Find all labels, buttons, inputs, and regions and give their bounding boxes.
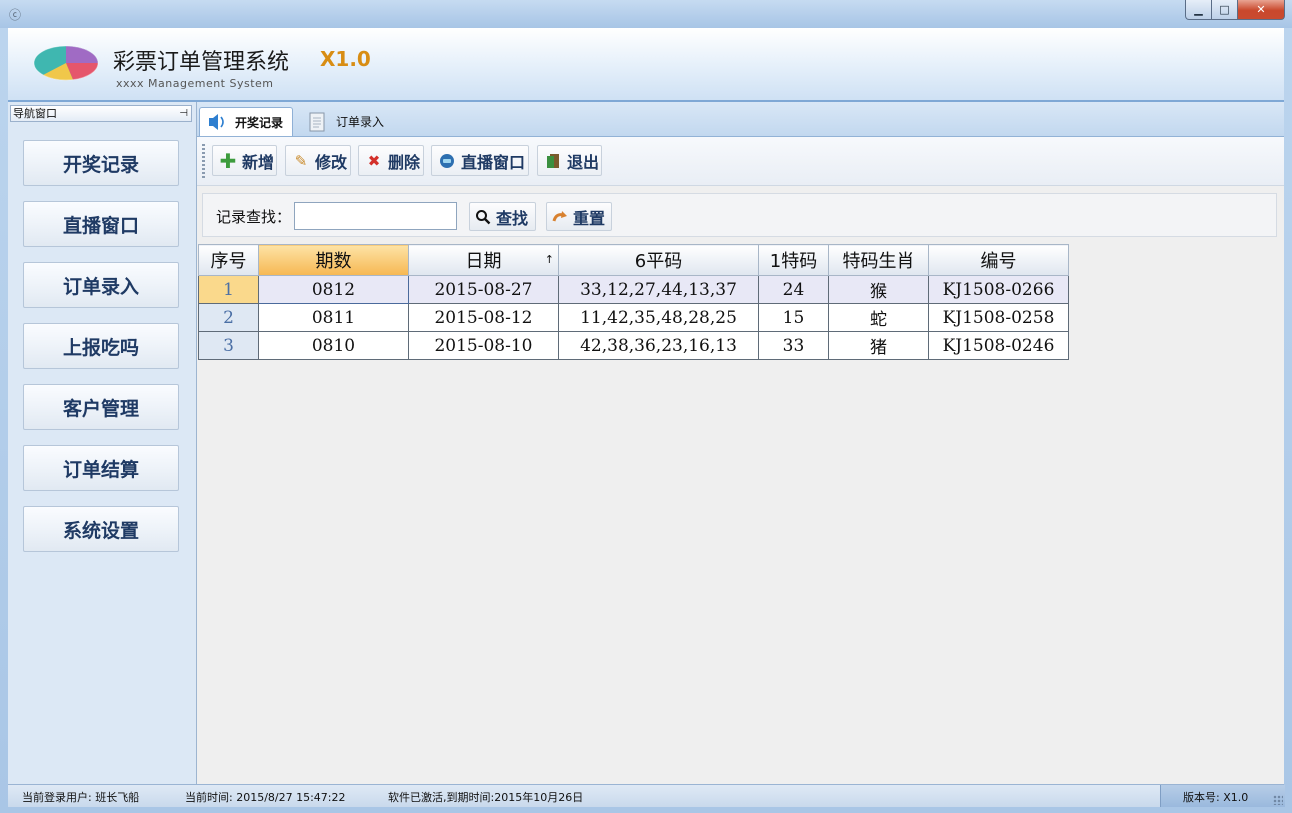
pencil-icon: ✎ [294, 151, 308, 170]
column-header-zodiac[interactable]: 特码生肖 [828, 244, 929, 276]
maximize-button[interactable]: □ [1212, 0, 1238, 20]
lottery-records-table: 序号 期数 日期 ↑ 6平码 1特码 特码生肖 编号 1 0812 2015-08… [198, 244, 1069, 360]
table-cell[interactable]: 猴 [828, 275, 929, 304]
search-icon [474, 209, 492, 225]
status-version-panel: 版本号: X1.0 [1160, 785, 1285, 807]
plus-icon: ✚ [219, 148, 237, 173]
table-cell[interactable]: 33 [758, 331, 829, 360]
edit-button[interactable]: ✎ 修改 [285, 145, 351, 176]
find-button[interactable]: 查找 [469, 202, 536, 231]
table-row[interactable]: 2 0811 2015-08-12 11,42,35,48,28,25 15 蛇… [198, 303, 1069, 332]
status-version: 版本号: X1.0 [1183, 791, 1249, 804]
document-icon [306, 112, 328, 132]
table-header-row: 序号 期数 日期 ↑ 6平码 1特码 特码生肖 编号 [198, 244, 1069, 276]
column-header-special-number[interactable]: 1特码 [758, 244, 829, 276]
delete-button[interactable]: ✖ 删除 [358, 145, 424, 176]
nav-item-lottery-records[interactable]: 开奖记录 [23, 140, 179, 186]
table-cell[interactable]: 0812 [258, 275, 409, 304]
app-version: X1.0 [320, 47, 371, 71]
table-cell[interactable]: 15 [758, 303, 829, 332]
reset-button[interactable]: 重置 [546, 202, 612, 231]
nav-item-order-settlement[interactable]: 订单结算 [23, 445, 179, 491]
table-cell[interactable]: 33,12,27,44,13,37 [558, 275, 759, 304]
status-bar: 当前登录用户: 班长飞船 当前时间: 2015/8/27 15:47:22 软件… [8, 784, 1285, 807]
live-window-button[interactable]: 直播窗口 [431, 145, 529, 176]
row-number-cell[interactable]: 3 [198, 331, 259, 360]
logo-icon [33, 45, 99, 81]
column-header-index[interactable]: 序号 [198, 244, 259, 276]
navigation-panel: 导航窗口 ⊣ 开奖记录 直播窗口 订单录入 上报吃吗 客户管理 订单结算 系统设… [8, 102, 197, 784]
table-cell[interactable]: 0811 [258, 303, 409, 332]
row-number-cell[interactable]: 1 [198, 275, 259, 304]
nav-item-order-entry[interactable]: 订单录入 [23, 262, 179, 308]
toolbar: ✚ 新增 ✎ 修改 ✖ 删除 直播窗口 退出 [197, 137, 1284, 186]
table-cell[interactable]: 猪 [828, 331, 929, 360]
nav-item-customer-management[interactable]: 客户管理 [23, 384, 179, 430]
status-current-time: 当前时间: 2015/8/27 15:47:22 [185, 791, 346, 804]
app-title: 彩票订单管理系统 [113, 50, 290, 75]
sort-asc-icon: ↑ [544, 253, 554, 266]
window-controls: ▁ □ ✕ [1185, 0, 1285, 20]
pin-icon[interactable]: ⊣ [179, 106, 188, 122]
nav-item-live-window[interactable]: 直播窗口 [23, 201, 179, 247]
app-icon: ⓒ [9, 8, 22, 22]
main-window: ⓒ ▁ □ ✕ 彩票订单管理系统 X1.0 xxxx Management Sy… [0, 0, 1292, 813]
nav-panel-title: 导航窗口 [13, 107, 57, 120]
search-label: 记录查找： [216, 208, 292, 226]
table-cell[interactable]: KJ1508-0246 [928, 331, 1069, 360]
live-icon [438, 152, 456, 170]
title-bar: ⓒ ▁ □ ✕ [0, 0, 1292, 28]
row-number-cell[interactable]: 2 [198, 303, 259, 332]
column-header-issue[interactable]: 期数 [258, 244, 409, 276]
add-button[interactable]: ✚ 新增 [212, 145, 277, 176]
minimize-button[interactable]: ▁ [1185, 0, 1212, 20]
speaker-icon [205, 112, 227, 132]
nav-item-system-settings[interactable]: 系统设置 [23, 506, 179, 552]
table-cell[interactable]: 2015-08-12 [408, 303, 559, 332]
column-header-six-numbers[interactable]: 6平码 [558, 244, 759, 276]
table-cell[interactable]: 42,38,36,23,16,13 [558, 331, 759, 360]
main-content: 开奖记录 订单录入 ✚ 新增 ✎ 修改 ✖ 删除 直播窗口 退出 记录查找： 查… [197, 102, 1284, 784]
resize-grip-icon[interactable] [1273, 795, 1283, 805]
tab-label: 订单录入 [336, 115, 385, 129]
tab-lottery-records[interactable]: 开奖记录 [199, 107, 293, 136]
status-license: 软件已激活,到期时间:2015年10月26日 [388, 791, 584, 804]
table-row[interactable]: 1 0812 2015-08-27 33,12,27,44,13,37 24 猴… [198, 275, 1069, 304]
tab-strip: 开奖记录 订单录入 [197, 102, 1284, 137]
column-header-code[interactable]: 编号 [928, 244, 1069, 276]
app-header: 彩票订单管理系统 X1.0 xxxx Management System [8, 28, 1284, 102]
table-cell[interactable]: KJ1508-0266 [928, 275, 1069, 304]
table-cell[interactable]: KJ1508-0258 [928, 303, 1069, 332]
table-cell[interactable]: 2015-08-27 [408, 275, 559, 304]
exit-door-icon [544, 152, 562, 170]
table-cell[interactable]: 蛇 [828, 303, 929, 332]
close-button[interactable]: ✕ [1238, 0, 1285, 20]
table-cell[interactable]: 2015-08-10 [408, 331, 559, 360]
table-cell[interactable]: 24 [758, 275, 829, 304]
toolbar-grip[interactable] [202, 144, 205, 178]
status-current-user: 当前登录用户: 班长飞船 [22, 791, 140, 804]
table-row[interactable]: 3 0810 2015-08-10 42,38,36,23,16,13 33 猪… [198, 331, 1069, 360]
search-input[interactable] [294, 202, 457, 230]
table-cell[interactable]: 0810 [258, 331, 409, 360]
nav-panel-header: 导航窗口 ⊣ [10, 105, 192, 122]
search-panel: 记录查找： 查找 重置 [202, 193, 1277, 237]
exit-button[interactable]: 退出 [537, 145, 602, 176]
nav-item-report[interactable]: 上报吃吗 [23, 323, 179, 369]
table-cell[interactable]: 11,42,35,48,28,25 [558, 303, 759, 332]
tab-order-entry[interactable]: 订单录入 [301, 107, 391, 136]
column-header-date[interactable]: 日期 ↑ [408, 244, 559, 276]
app-subtitle: xxxx Management System [116, 77, 274, 90]
reset-arrow-icon [551, 210, 569, 224]
delete-icon: ✖ [367, 151, 381, 170]
tab-label: 开奖记录 [235, 115, 284, 130]
